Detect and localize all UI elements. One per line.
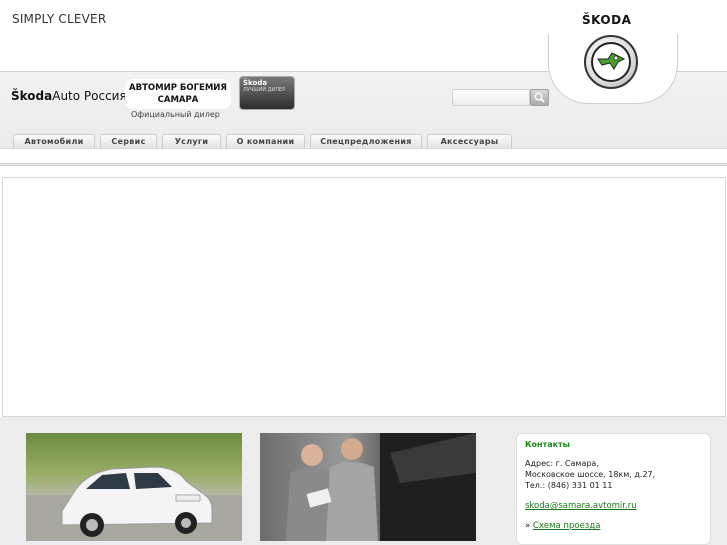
car-photo[interactable] [26,433,242,541]
service-photo[interactable] [260,433,476,541]
tab-service[interactable]: Сервис [100,134,157,148]
dealer-subtitle: Официальный дилер [131,110,220,119]
map-link-bullet: » [525,521,531,531]
search-input[interactable] [452,89,530,106]
tab-services[interactable]: Услуги [162,134,221,148]
best-dealer-badge[interactable]: Škoda ЛУЧШИЙ ДИЛЕР [239,76,295,110]
tab-special-offers[interactable]: Спецпредложения [310,134,422,148]
phone-line: Тел.: (846) 331 01 11 [525,481,613,490]
dealer-logo[interactable]: АВТОМИР БОГЕМИЯ САМАРА [125,79,231,109]
badge-text: ЛУЧШИЙ ДИЛЕР [243,87,286,93]
map-link-row: » Схема проезда [525,521,702,531]
skoda-auto-logo[interactable]: ŠkodaAuto Россия [11,89,127,103]
tab-accessories[interactable]: Аксессуары [427,134,512,148]
skoda-auto-bold: Škoda [11,89,53,103]
contacts-panel: Контакты Адрес: г. Самара, Московское шо… [516,433,711,545]
skoda-auto-rest: Auto Россия [52,89,127,103]
contacts-title: Контакты [525,440,570,449]
main-nav: Автомобили Сервис Услуги О компании Спец… [13,134,512,148]
subnav-strip [0,148,727,164]
tab-about[interactable]: О компании [226,134,305,148]
white-hatchback-image [26,466,242,541]
skoda-arrow-logo-icon[interactable] [584,35,638,89]
address-line2: Московское шоссе, 18км, д.27, [525,470,656,479]
address-line1: Адрес: г. Самара, [525,459,599,468]
dealer-name-line1: АВТОМИР БОГЕМИЯ [129,83,227,93]
search-icon [534,92,545,103]
tab-cars[interactable]: Автомобили [13,134,95,148]
slogan-text: SIMPLY CLEVER [12,12,107,26]
badge-title: Škoda [243,79,268,87]
brand-wordmark[interactable]: ŠKODA [582,13,631,27]
winged-arrow-icon [597,52,626,70]
dealer-name-line2: САМАРА [157,95,199,105]
map-link[interactable]: Схема проезда [533,521,601,531]
mechanics-image [286,433,476,541]
main-banner [2,177,726,417]
email-link[interactable]: skoda@samara.avtomir.ru [525,501,702,511]
search-button[interactable] [530,89,549,106]
